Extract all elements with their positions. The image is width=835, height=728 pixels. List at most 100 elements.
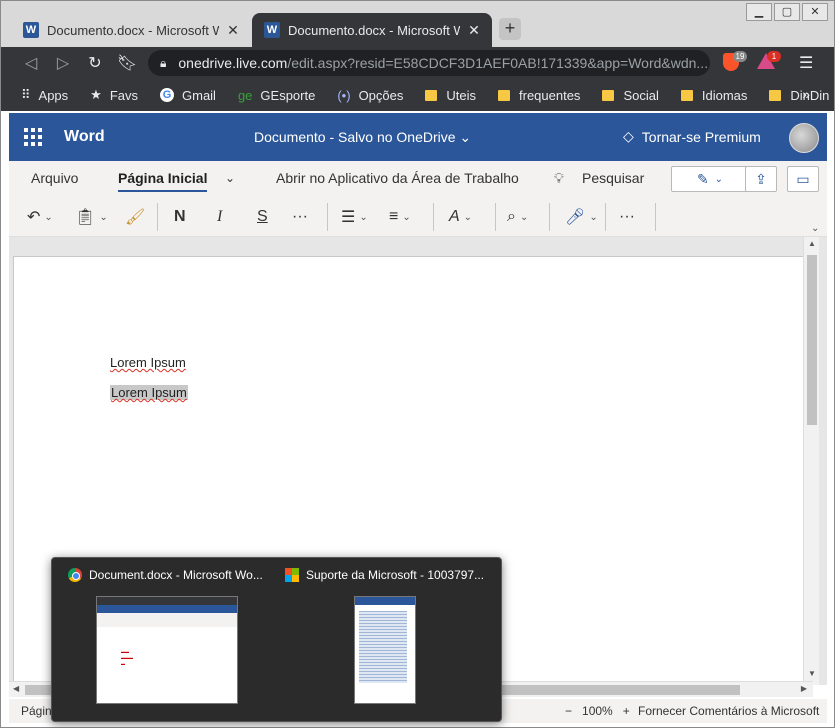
url-input[interactable]: 🔒︎ onedrive.live.com /edit.aspx?resid=E5… <box>148 50 710 76</box>
undo-button[interactable]: ↶ ⌄ <box>27 205 53 229</box>
chevron-down-icon[interactable]: ⌄ <box>225 171 235 185</box>
url-path: /edit.aspx?resid=E58CDCF3D1AEF0AB!171339… <box>287 55 709 71</box>
chevron-down-icon[interactable]: ⌄ <box>811 223 819 234</box>
bullet-list-icon: ☰ <box>341 209 356 226</box>
scroll-right-icon[interactable]: ▶ <box>801 684 807 693</box>
zoom-level[interactable]: 100% <box>582 704 613 718</box>
zoom-out-button[interactable]: − <box>565 704 572 718</box>
preview-card[interactable]: Document.docx - Microsoft Wo... ▬▬ ▬▬▬ ▬ <box>68 568 278 704</box>
avatar[interactable] <box>789 123 819 153</box>
styles-icon: A <box>449 208 460 225</box>
reload-icon[interactable]: ↻ <box>79 53 111 73</box>
bullets-button[interactable]: ☰ ⌄ <box>341 205 368 229</box>
address-bar: ◁ ▷ ↻ 🔖︎ 🔒︎ onedrive.live.com /edit.aspx… <box>1 47 834 79</box>
chevron-down-icon: ⌄ <box>589 211 598 223</box>
chevron-down-icon: ⌄ <box>99 211 108 223</box>
editing-mode-button[interactable]: ✎ ⌄ <box>671 166 749 192</box>
find-button[interactable]: ⌕ ⌄ <box>507 205 528 229</box>
forward-icon[interactable]: ▷ <box>47 53 79 73</box>
alert-extension-icon[interactable]: 1 <box>757 51 781 73</box>
chevron-down-icon: ⌄ <box>44 211 53 223</box>
bookmark-dindin[interactable]: DinDin <box>769 88 829 103</box>
chrome-icon <box>68 568 82 582</box>
paragraph-selected[interactable]: Lorem Ipsum <box>110 385 188 400</box>
document-title[interactable]: Documento - Salvo no OneDrive ⌄ <box>254 129 471 146</box>
search-icon: ⌕ <box>507 208 516 225</box>
toolbar-divider <box>655 203 656 231</box>
brave-shield-icon[interactable]: 19 <box>723 51 747 73</box>
close-window-button[interactable]: ✕ <box>802 3 828 21</box>
browser-menu-icon[interactable]: ☰ <box>799 53 813 73</box>
more-options-button[interactable]: ··· <box>619 205 635 229</box>
office-header: Word Documento - Salvo no OneDrive ⌄ ◇ T… <box>9 113 827 161</box>
word-icon: W <box>23 22 39 38</box>
align-icon: ≡ <box>389 208 399 225</box>
tab-pagina-inicial[interactable]: Página Inicial <box>118 170 208 192</box>
strikethrough-button[interactable]: S <box>257 205 268 229</box>
bookmark-apps[interactable]: ⠿ Apps <box>21 87 68 103</box>
extension-badge: 1 <box>767 51 781 62</box>
lightbulb-icon: 💡︎ <box>554 170 564 186</box>
back-icon[interactable]: ◁ <box>15 53 47 73</box>
preview-card[interactable]: Suporte da Microsoft - 1003797... <box>285 568 495 704</box>
extension-badge: 19 <box>733 51 747 62</box>
italic-button[interactable]: I <box>217 205 222 229</box>
bookmark-uteis[interactable]: Uteis <box>425 88 476 103</box>
folder-icon <box>602 89 615 101</box>
vertical-scrollbar[interactable]: ▲ ▼ <box>803 237 819 685</box>
preview-title: Suporte da Microsoft - 1003797... <box>306 568 485 582</box>
styles-button[interactable]: A ⌄ <box>449 205 472 229</box>
zoom-in-button[interactable]: + <box>623 704 630 718</box>
comments-button[interactable]: ▭ <box>787 166 819 192</box>
preview-thumbnail: ▬▬ ▬▬▬ ▬ <box>96 596 238 704</box>
scroll-left-icon[interactable]: ◀ <box>13 684 19 693</box>
scroll-up-icon[interactable]: ▲ <box>804 239 820 253</box>
paste-button[interactable]: 📋︎ ⌄ <box>75 205 108 229</box>
browser-window: W Documento.docx - Microsoft Word ✕ W Do… <box>0 0 835 728</box>
tab-abrir-desktop[interactable]: Abrir no Aplicativo da Área de Trabalho <box>276 170 519 186</box>
star-icon: ★ <box>90 87 102 102</box>
bookmark-gesporte[interactable]: ge GEsporte <box>238 88 315 103</box>
feedback-link[interactable]: Fornecer Comentários à Microsoft <box>638 704 819 718</box>
toolbar-divider <box>327 203 328 231</box>
clipboard-icon: 📋︎ <box>75 209 96 226</box>
comment-icon: ▭ <box>796 170 810 187</box>
scroll-thumb[interactable] <box>807 255 817 425</box>
tab-pesquisar[interactable]: Pesquisar <box>582 170 644 186</box>
app-launcher-icon[interactable] <box>24 128 42 146</box>
more-font-options-button[interactable]: ··· <box>292 205 308 229</box>
bookmark-opcoes[interactable]: (•) Opções <box>337 88 403 103</box>
bookmark-idiomas[interactable]: Idiomas <box>680 88 747 103</box>
app-name[interactable]: Word <box>64 128 105 146</box>
close-icon[interactable]: ✕ <box>225 22 241 39</box>
browser-tab-2[interactable]: W Documento.docx - Microsoft Word ✕ <box>252 13 492 47</box>
bold-button[interactable]: N <box>174 205 186 229</box>
folder-icon <box>680 89 693 101</box>
folder-icon <box>769 89 782 101</box>
minimize-button[interactable]: ▁ <box>746 3 772 21</box>
toolbar-divider <box>605 203 606 231</box>
premium-button[interactable]: ◇ Tornar-se Premium <box>623 128 761 145</box>
chevron-down-icon: ⌄ <box>402 211 411 223</box>
chevron-down-icon: ⌄ <box>714 173 724 185</box>
chevron-down-icon: ⌄ <box>463 211 473 223</box>
alignment-button[interactable]: ≡ ⌄ <box>389 205 411 229</box>
tab-arquivo[interactable]: Arquivo <box>31 170 78 186</box>
bookmark-social[interactable]: Social <box>602 88 659 103</box>
close-icon[interactable]: ✕ <box>466 22 482 39</box>
diamond-icon: ◇ <box>623 128 634 144</box>
bookmark-frequentes[interactable]: frequentes <box>498 88 580 103</box>
bookmarks-overflow-button[interactable]: » <box>802 86 810 102</box>
folder-icon <box>498 89 510 101</box>
dictate-button[interactable]: 🎤︎ ⌄ <box>565 205 598 229</box>
paragraph[interactable]: Lorem Ipsum <box>110 355 186 370</box>
maximize-button[interactable]: ▢ <box>774 3 800 21</box>
bookmark-gmail[interactable]: G Gmail <box>160 88 216 103</box>
new-tab-button[interactable]: + <box>499 18 521 40</box>
browser-tab-1[interactable]: W Documento.docx - Microsoft Word ✕ <box>11 13 251 47</box>
bookmark-favs[interactable]: ★ Favs <box>90 87 138 103</box>
share-button[interactable]: ⇪ <box>745 166 777 192</box>
format-painter-button[interactable]: 🖌︎ <box>125 205 145 229</box>
bookmark-icon[interactable]: 🔖︎ <box>111 53 143 73</box>
undo-icon: ↶ <box>27 209 41 226</box>
